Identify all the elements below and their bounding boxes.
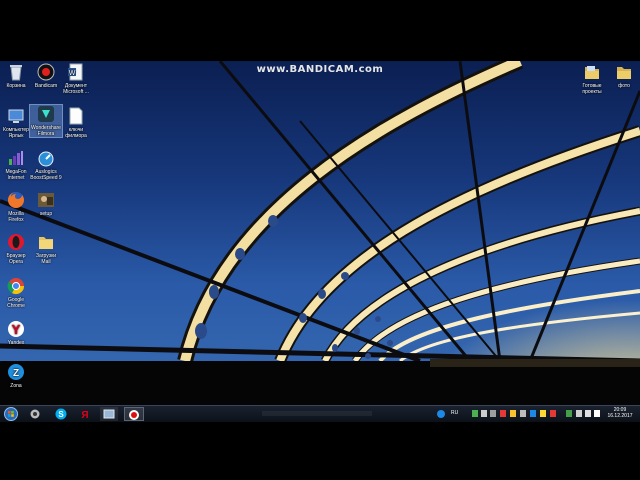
folder-icon: [615, 63, 633, 81]
svg-text:Y: Y: [12, 322, 21, 337]
start-icon: [4, 407, 18, 421]
word-document-icon: W: [67, 63, 85, 81]
svg-text:W: W: [69, 70, 76, 77]
desktop-icon-filmora[interactable]: Wondershare Filmora: [29, 104, 63, 138]
desktop-icon-label-2: Ярлык: [8, 133, 24, 139]
start-button[interactable]: [2, 407, 20, 421]
taskbar-blurred-area: [262, 411, 372, 416]
windows-explorer-icon: [103, 409, 115, 419]
desktop-icon-computer[interactable]: Компьютер Ярлык: [0, 107, 32, 139]
record-icon: [129, 410, 139, 420]
computer-icon: [7, 107, 25, 125]
desktop-icon-label-2: Internet: [7, 175, 25, 181]
desktop-icon-document[interactable]: W Документ Microsoft ...: [60, 63, 92, 95]
text-file-icon: [67, 107, 85, 125]
desktop-icon-label-2: Microsoft ...: [63, 89, 89, 95]
desktop-icon-label-2: Chrome: [7, 303, 25, 309]
desktop-icon-setup[interactable]: setup: [30, 191, 62, 217]
bandicam-icon: [37, 63, 55, 81]
desktop-icon-label: Yandex: [7, 340, 25, 346]
desktop-icon-ready-projects[interactable]: Готовые проекты: [576, 63, 608, 95]
desktop-icon-label: Корзина: [6, 83, 26, 89]
desktop-icon-opera[interactable]: Браузер Opera: [0, 233, 32, 265]
desktop-icon-photo[interactable]: фото: [608, 63, 640, 89]
auslogics-icon: [37, 149, 55, 167]
tray-icon-5[interactable]: [510, 410, 516, 417]
tray-icon-1[interactable]: [472, 410, 478, 417]
desktop-icon-label-2: проекты: [582, 89, 602, 95]
desktop-icon-label: Zona: [10, 383, 22, 389]
skype-icon: S: [55, 408, 67, 420]
yandex-icon: Y: [7, 320, 25, 338]
desktop-icon-keys[interactable]: ключи филмора: [60, 107, 92, 139]
desktop-icon-label: Bandicam: [34, 83, 58, 89]
desktop-icon-label-2: Filmora: [37, 131, 55, 137]
taskbar-skype[interactable]: S: [54, 407, 68, 421]
network-icon[interactable]: [576, 410, 582, 417]
desktop-icon-zona[interactable]: Z Zona: [0, 363, 32, 389]
desktop-icon-label-2: Firefox: [8, 217, 24, 223]
desktop-icon-label-2: Opera: [9, 259, 23, 265]
desktop-icon-firefox[interactable]: Mozilla Firefox: [0, 191, 32, 223]
tray-icon-2[interactable]: [481, 410, 487, 417]
tray-icon-7[interactable]: [530, 410, 536, 417]
desktop-icon-bandicam[interactable]: Bandicam: [30, 63, 62, 89]
desktop-icon-auslogics[interactable]: Auslogics BoostSpeed 9: [30, 149, 62, 181]
taskbar-app-1[interactable]: [28, 407, 42, 421]
desktop-icon-chrome[interactable]: Google Chrome: [0, 277, 32, 309]
language-indicator[interactable]: RU: [451, 410, 458, 416]
folder-icon: [583, 63, 601, 81]
desktop-icon-label: setup: [39, 211, 53, 217]
firefox-icon: [7, 191, 25, 209]
wallpaper-bridge: [0, 61, 640, 405]
desktop-icon-label-2: BoostSpeed 9: [30, 175, 62, 181]
zona-icon: Z: [7, 363, 25, 381]
clock[interactable]: 20:09 16.12.2017: [603, 407, 637, 419]
opera-icon: [7, 233, 25, 251]
taskbar-bandicam[interactable]: [124, 407, 144, 421]
bandicam-watermark: www.BANDICAM.com: [256, 64, 384, 75]
desktop-icon-downloads[interactable]: Загрузки Mail: [30, 233, 62, 265]
svg-text:Z: Z: [13, 368, 19, 379]
desktop-icon-label: фото: [618, 83, 630, 89]
tray-icon-9[interactable]: [550, 410, 556, 417]
desktop-icon-megafon[interactable]: MegaFon Internet: [0, 149, 32, 181]
megafon-icon: [7, 149, 25, 167]
desktop-icon-label-2: Mail: [41, 259, 51, 265]
tray-icon-3[interactable]: [490, 410, 496, 417]
desktop-icon-yandex[interactable]: Y Yandex: [0, 320, 32, 346]
tray-icon-6[interactable]: [520, 410, 526, 417]
desktop-icon-recycle-bin[interactable]: Корзина: [0, 63, 32, 89]
setup-icon: [37, 191, 55, 209]
svg-text:Я: Я: [81, 410, 88, 421]
desktop: www.BANDICAM.com Корзина Компьютер Ярлык…: [0, 61, 640, 405]
svg-text:S: S: [58, 410, 64, 419]
taskbar-yandex[interactable]: Я: [78, 407, 92, 421]
download-arrow-icon[interactable]: [566, 410, 572, 417]
clock-date: 16.12.2017: [607, 413, 633, 419]
desktop-icon-label-2: филмора: [65, 133, 87, 139]
volume-icon[interactable]: [585, 410, 591, 417]
settings-icon: [30, 409, 40, 419]
tray-icon-8[interactable]: [540, 410, 546, 417]
yandex-icon: Я: [81, 410, 88, 421]
flag-icon[interactable]: [594, 410, 600, 417]
filmora-icon: [37, 105, 55, 123]
recycle-bin-icon: [7, 63, 25, 81]
taskbar: S Я RU 20:09 16.12.2017: [0, 405, 640, 422]
app-icon: [437, 410, 445, 418]
taskbar-explorer[interactable]: [100, 407, 118, 421]
tray-app-icon[interactable]: [436, 407, 446, 421]
tray-icon-4[interactable]: [500, 410, 506, 417]
folder-icon: [37, 233, 55, 251]
chrome-icon: [7, 277, 25, 295]
